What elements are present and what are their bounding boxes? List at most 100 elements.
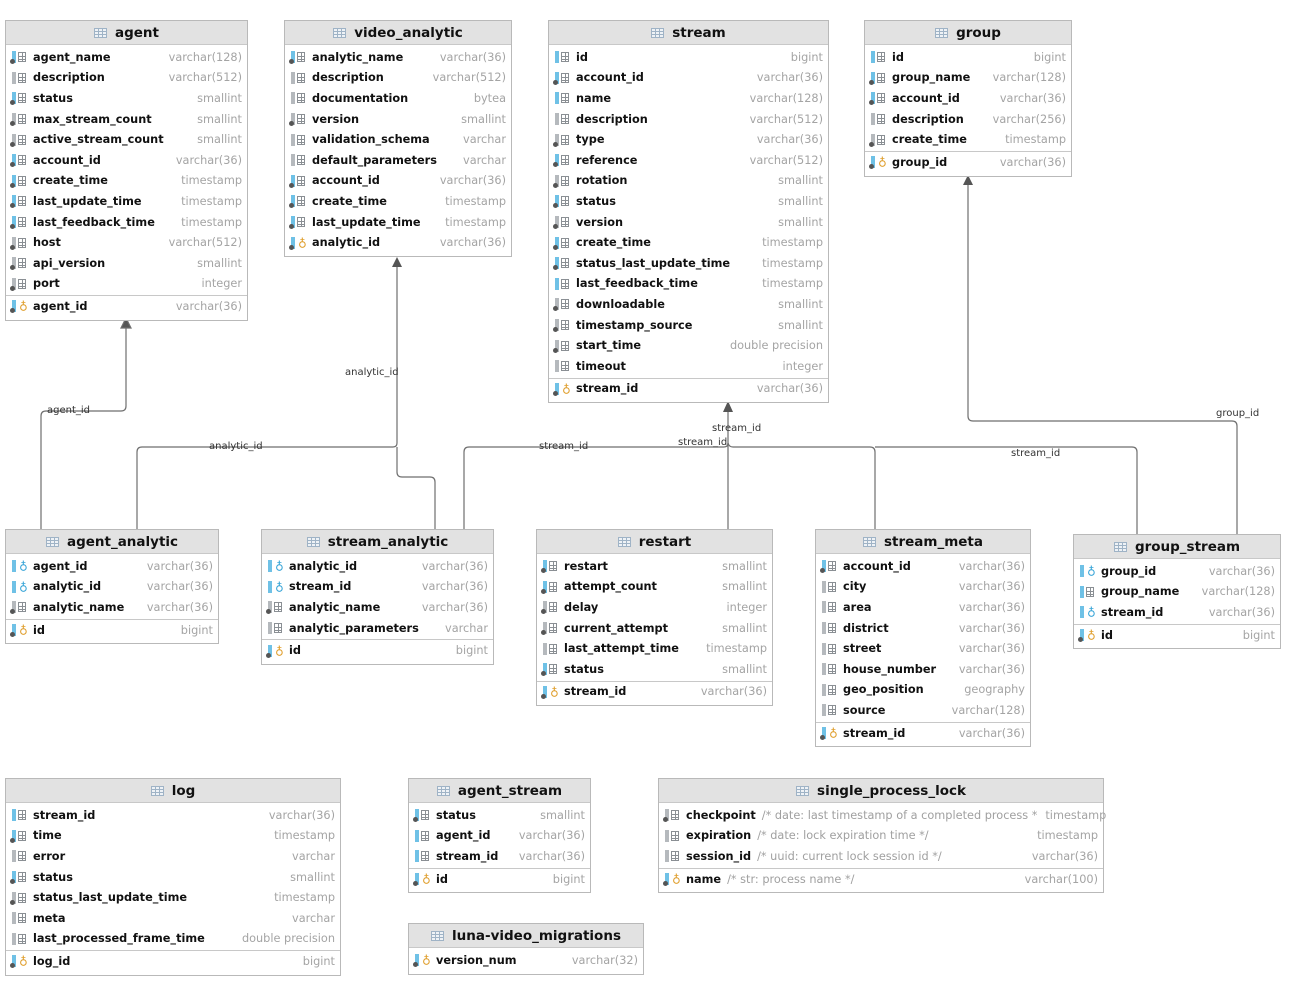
column-row[interactable]: geo_position geography [816,680,1030,701]
column-row[interactable]: max_stream_count smallint [6,109,247,130]
column-row[interactable]: rotation smallint [549,171,828,192]
table-header[interactable]: luna-video_migrations [409,924,643,948]
column-row[interactable]: meta varchar [6,908,340,929]
column-row[interactable]: session_id /* uuid: current lock session … [659,846,1103,867]
column-row[interactable]: agent_name varchar(128) [6,47,247,68]
column-row[interactable]: last_update_time timestamp [6,191,247,212]
column-row[interactable]: api_version smallint [6,253,247,274]
column-row[interactable]: analytic_parameters varchar [262,618,493,639]
column-row[interactable]: time timestamp [6,826,340,847]
table-stream-meta[interactable]: stream_meta account_id varchar(36) city varc… [815,529,1031,748]
column-row[interactable]: timestamp_source smallint [549,315,828,336]
column-row[interactable]: last_processed_frame_time double precisio… [6,929,340,950]
table-luna-video-migrations[interactable]: luna-video_migrations ♀ version_num varchar… [408,923,644,975]
column-row[interactable]: stream_id varchar(36) [6,805,340,826]
column-row[interactable]: status smallint [6,88,247,109]
column-row[interactable]: ♀ id bigint [1074,623,1280,646]
column-row[interactable]: downloadable smallint [549,294,828,315]
column-row[interactable]: port integer [6,274,247,295]
column-row[interactable]: description varchar(512) [285,68,511,89]
column-row[interactable]: street varchar(36) [816,638,1030,659]
column-row[interactable]: analytic_name varchar(36) [262,597,493,618]
column-row[interactable]: restart smallint [537,556,772,577]
column-row[interactable]: status_last_update_time timestamp [6,887,340,908]
table-video-analytic[interactable]: video_analytic analytic_name varchar(36) de… [284,20,512,257]
column-row[interactable]: district varchar(36) [816,618,1030,639]
column-row[interactable]: delay integer [537,597,772,618]
column-row[interactable]: status smallint [409,805,590,826]
table-restart[interactable]: restart restart smallint attempt_count small… [536,529,773,707]
column-row[interactable]: status smallint [537,659,772,680]
table-header[interactable]: log [6,779,340,803]
column-row[interactable]: ♀ id bigint [262,639,493,661]
table-agent-stream[interactable]: agent_stream status smallint agent_id varcha… [408,778,591,894]
table-header[interactable]: restart [537,530,772,554]
column-row[interactable]: ♀ analytic_id varchar(36) [285,232,511,253]
column-row[interactable]: documentation bytea [285,88,511,109]
relation-group-stream-to-group[interactable] [967,180,1238,535]
column-row[interactable]: checkpoint /* date: last timestamp of a c… [659,805,1106,826]
column-row[interactable]: ♀ log_id bigint [6,950,340,972]
column-row[interactable]: last_feedback_time timestamp [549,274,828,295]
relation-stream-analytic-to-stream[interactable] [463,442,729,530]
table-header[interactable]: group_stream [1074,535,1280,559]
column-row[interactable]: last_attempt_time timestamp [537,638,772,659]
column-row[interactable]: current_attempt smallint [537,618,772,639]
table-header[interactable]: single_process_lock [659,779,1103,803]
column-row[interactable]: ♀ stream_id varchar(36) [816,721,1030,744]
column-row[interactable]: account_id varchar(36) [816,556,1030,577]
column-row[interactable]: timeout integer [549,356,828,377]
column-row[interactable]: house_number varchar(36) [816,659,1030,680]
column-row[interactable]: validation_schema varchar [285,129,511,150]
column-row[interactable]: ♀ id bigint [409,867,590,890]
column-row[interactable]: ♀ stream_id varchar(36) [1074,602,1280,623]
column-row[interactable]: version smallint [549,212,828,233]
column-row[interactable]: id bigint [865,47,1071,68]
relation-stream-meta-to-stream[interactable] [727,442,876,530]
table-header[interactable]: stream_meta [816,530,1030,554]
column-row[interactable]: last_feedback_time timestamp [6,212,247,233]
column-row[interactable]: last_update_time timestamp [285,212,511,233]
column-row[interactable]: id bigint [549,47,828,68]
column-row[interactable]: status_last_update_time timestamp [549,253,828,274]
column-row[interactable]: city varchar(36) [816,577,1030,598]
table-header[interactable]: agent [6,21,247,45]
table-header[interactable]: agent_analytic [6,530,218,554]
table-header[interactable]: group [865,21,1071,45]
column-row[interactable]: account_id varchar(36) [6,150,247,171]
column-row[interactable]: error varchar [6,846,340,867]
column-row[interactable]: group_name varchar(128) [865,68,1071,89]
column-row[interactable]: description varchar(256) [865,109,1071,130]
table-agent[interactable]: agent agent_name varchar(128) description va… [5,20,248,321]
column-row[interactable]: expiration /* date: lock expiration time … [659,826,1103,847]
column-row[interactable]: default_parameters varchar [285,150,511,171]
table-header[interactable]: stream [549,21,828,45]
column-row[interactable]: ♀ agent_id varchar(36) [6,556,218,577]
column-row[interactable]: reference varchar(512) [549,150,828,171]
column-row[interactable]: status smallint [6,867,340,888]
column-row[interactable]: account_id varchar(36) [285,171,511,192]
column-row[interactable]: ♀ analytic_id varchar(36) [6,577,218,598]
relation-stream-analytic-to-video-analytic[interactable] [396,447,436,530]
column-row[interactable]: ♀ name /* str: process name */ varchar(100) [659,867,1103,890]
table-header[interactable]: stream_analytic [262,530,493,554]
column-row[interactable]: description varchar(512) [549,109,828,130]
relation-agent-analytic-to-agent[interactable] [40,322,127,530]
table-group[interactable]: group id bigint group_name varchar(128) accou… [864,20,1072,177]
column-row[interactable]: ♀ analytic_id varchar(36) [262,556,493,577]
column-row[interactable]: create_time timestamp [6,171,247,192]
relation-group-stream-to-stream[interactable] [875,446,1138,535]
column-row[interactable]: ♀ stream_id varchar(36) [262,577,493,598]
column-row[interactable]: description varchar(512) [6,68,247,89]
column-row[interactable]: analytic_name varchar(36) [285,47,511,68]
table-stream-analytic[interactable]: stream_analytic ♀ analytic_id varchar(36) ♀ s… [261,529,494,665]
column-row[interactable]: source varchar(128) [816,700,1030,721]
column-row[interactable]: status smallint [549,191,828,212]
column-row[interactable]: area varchar(36) [816,597,1030,618]
column-row[interactable]: account_id varchar(36) [549,68,828,89]
column-row[interactable]: ♀ agent_id varchar(36) [6,295,247,317]
column-row[interactable]: version smallint [285,109,511,130]
column-row[interactable]: agent_id varchar(36) [409,826,590,847]
column-row[interactable]: group_name varchar(128) [1074,582,1280,603]
column-row[interactable]: ♀ version_num varchar(32) [409,950,643,971]
